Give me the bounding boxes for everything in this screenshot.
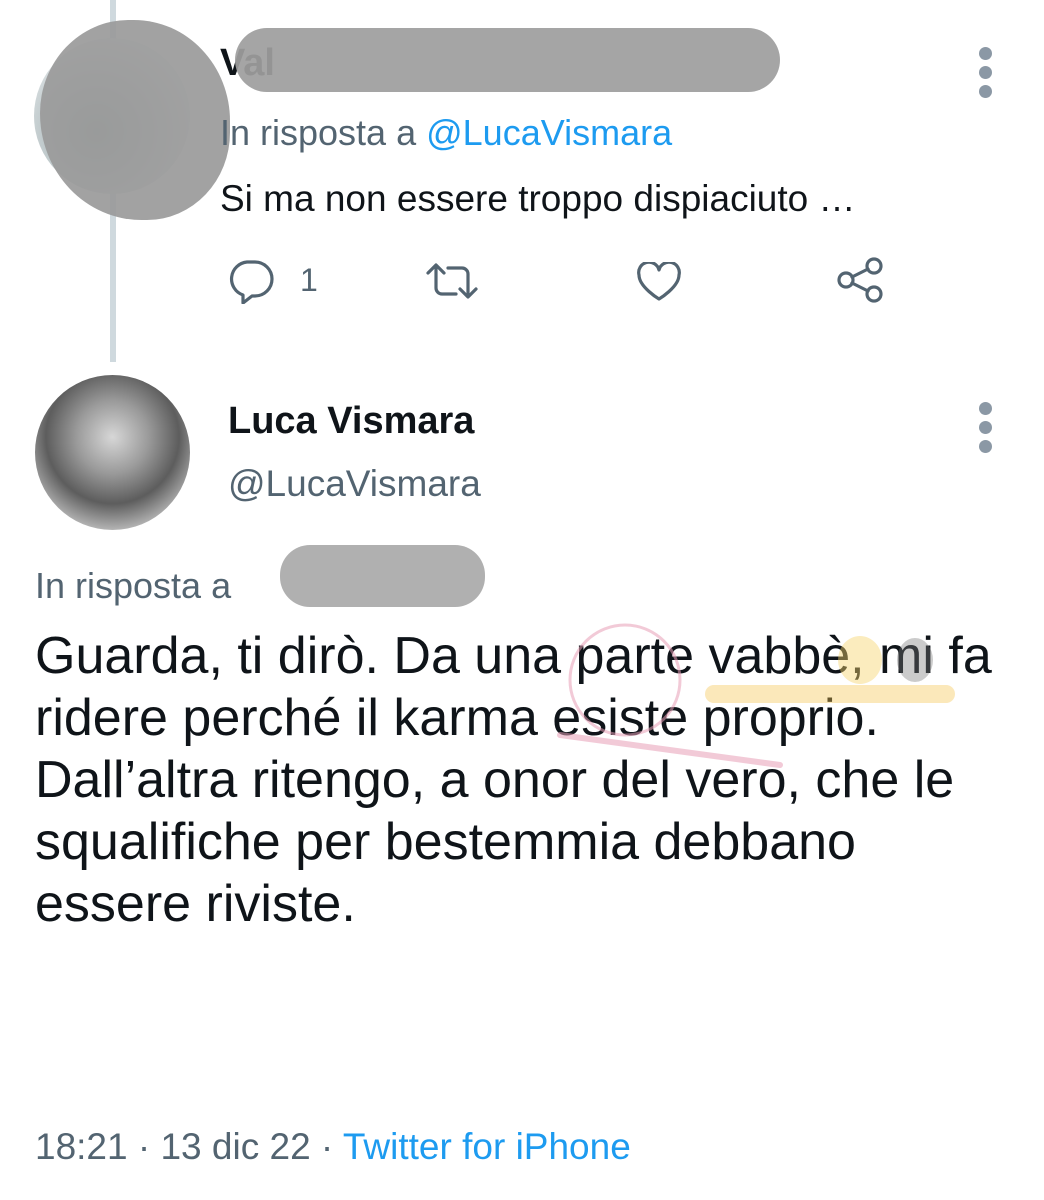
- tweet-source-link[interactable]: Twitter for iPhone: [343, 1126, 631, 1167]
- redaction-scribble: [280, 545, 485, 607]
- watermark-logo: [557, 623, 955, 768]
- tweet-time: 18:21: [35, 1126, 128, 1167]
- reply-to-mention[interactable]: @LucaVismara: [426, 112, 672, 153]
- author-name[interactable]: Luca Vismara: [228, 400, 474, 443]
- reply-to-line: In risposta a @LucaVismara: [220, 112, 672, 154]
- meta-separator: ·: [127, 1126, 161, 1167]
- reply-to-label: In risposta a: [35, 565, 232, 606]
- more-options-icon[interactable]: [979, 402, 993, 459]
- tweet-meta: 18:21 · 13 dic 22 · Twitter for iPhone: [35, 1126, 631, 1168]
- tweet-date: 13 dic 22: [160, 1126, 311, 1167]
- author-handle[interactable]: @LucaVismara: [228, 463, 481, 505]
- author-avatar[interactable]: [35, 375, 190, 530]
- redaction-scribble: [235, 28, 780, 92]
- redaction-scribble: [40, 20, 230, 220]
- reply-to-label: In risposta a: [220, 112, 427, 153]
- reply-icon[interactable]: [226, 258, 276, 304]
- reply-count: 1: [300, 262, 318, 298]
- reply-tweet-text: Si ma non essere troppo dispiaciuto …: [220, 178, 856, 219]
- like-icon[interactable]: [636, 262, 682, 302]
- meta-separator: ·: [310, 1126, 343, 1167]
- more-options-icon[interactable]: [979, 47, 993, 104]
- retweet-icon[interactable]: [422, 260, 482, 302]
- share-icon[interactable]: [834, 256, 886, 304]
